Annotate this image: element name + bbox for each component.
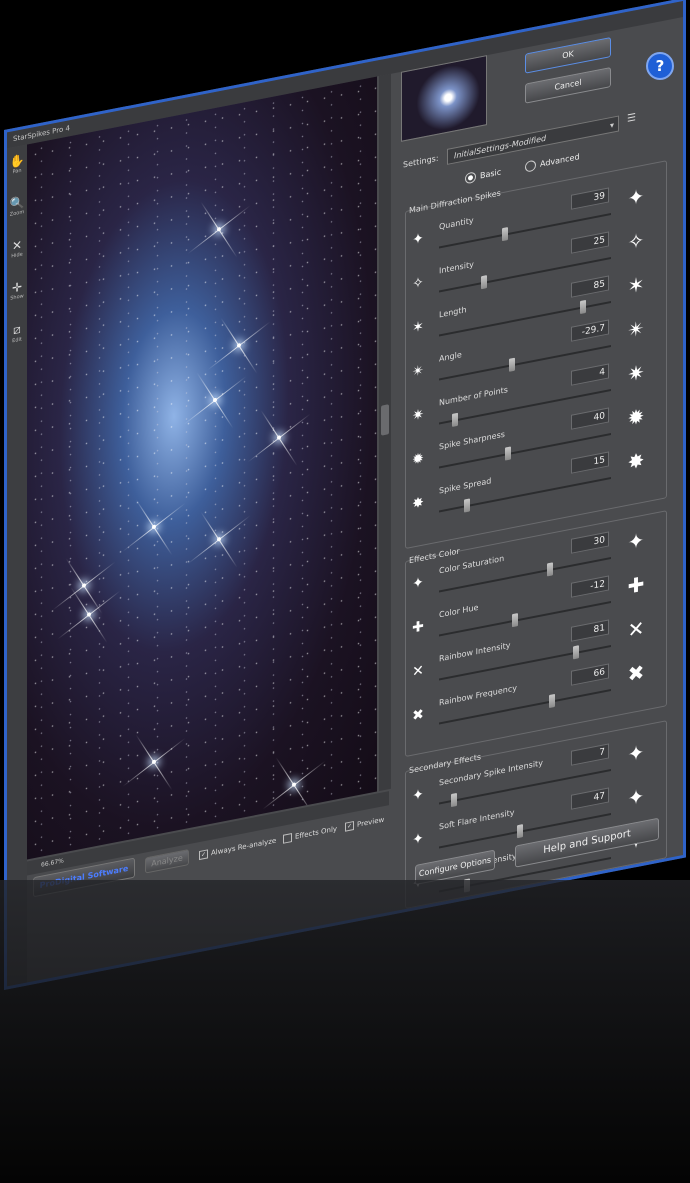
star [213,397,217,403]
slider-knob[interactable] [573,645,580,660]
checkbox-empty-icon [283,833,292,844]
check-icon: ✓ [345,820,354,832]
preview-label: Preview [357,815,385,829]
star [87,612,91,617]
spike-preview-icon: ✦ [627,527,645,555]
effects-only-label: Effects Only [295,824,338,841]
edit-icon: ⧄ [13,321,21,338]
star [82,583,86,588]
spike-small-icon: ✶ [412,318,424,337]
analyze-button[interactable]: Analyze [145,849,189,874]
spike-small-icon: ✖ [412,706,424,725]
effects-only-checkbox[interactable]: Effects Only [283,824,337,844]
slider-knob[interactable] [450,793,457,808]
basic-label: Basic [480,167,502,181]
slider-knob[interactable] [505,446,512,461]
tool-palette: ✋ Pan 🔍 Zoom ✕ Hide ✛ Show ⧄ Edit [7,144,27,987]
spike-small-icon: ✚ [412,618,424,637]
cancel-button[interactable]: Cancel [525,67,611,104]
edit-tool[interactable]: ⧄ Edit [8,321,26,358]
show-tool[interactable]: ✛ Show [8,279,26,316]
star [217,536,221,542]
slider-knob[interactable] [548,693,555,709]
slider-knob[interactable] [480,275,487,290]
slider-knob[interactable] [508,357,515,372]
spike-small-icon: ✹ [412,450,424,469]
star [152,524,156,530]
scroll-thumb[interactable] [381,404,389,436]
spike-preview-icon: ✖ [627,659,645,687]
star [217,226,221,232]
zoom-readout: 66.67% [41,857,64,869]
star [292,782,296,788]
star [152,759,156,765]
slider-label: Length [439,305,467,320]
slider-knob[interactable] [463,498,470,513]
spike-preview-icon: ✸ [627,447,645,475]
star-field [27,76,377,860]
edit-label: Edit [12,336,22,345]
window-frame: StarSpikes Pro 4 ✋ Pan 🔍 Zoom ✕ Hide ✛ Show … [4,0,686,991]
advanced-radio[interactable]: Advanced [525,151,580,173]
preview-checkbox[interactable]: ✓ Preview [345,815,384,832]
advanced-label: Advanced [540,152,580,169]
spike-small-icon: ✦ [412,230,424,249]
slider-knob[interactable] [517,824,524,839]
spike-preview-icon: ✦ [627,739,645,767]
spike-preview-icon: ✚ [627,571,645,599]
radio-empty-icon [525,159,536,173]
show-label: Show [10,293,24,302]
app-window: StarSpikes Pro 4 ✋ Pan 🔍 Zoom ✕ Hide ✛ Show … [4,0,686,1000]
slider-knob[interactable] [580,299,587,315]
spike-small-icon: ✧ [412,274,424,293]
spike-preview-icon: ✴ [627,315,645,343]
vertical-scrollbar[interactable] [379,73,391,792]
always-reanalyze-label: Always Re-analyze [211,836,277,858]
spike-small-icon: ✦ [412,786,424,805]
zoom-tool[interactable]: 🔍 Zoom [8,195,26,232]
image-preview[interactable] [27,76,377,860]
star [277,435,281,440]
pan-tool[interactable]: ✋ Pan [8,153,26,190]
spike-preview-icon: ✦ [627,183,645,211]
slider-label: Angle [439,350,462,364]
spike-preview-icon: ✹ [627,403,645,431]
check-icon: ✓ [199,849,208,861]
basic-radio[interactable]: Basic [465,166,502,185]
radio-selected-icon [465,171,476,185]
menu-icon[interactable]: ☰ [627,112,636,125]
spike-small-icon: ✷ [412,406,424,425]
slider-knob[interactable] [512,613,519,628]
hide-tool[interactable]: ✕ Hide [8,237,26,274]
spike-preview-icon: ✧ [627,227,645,255]
spike-preview-icon: ✷ [627,359,645,387]
slider-knob[interactable] [546,562,553,577]
star [237,342,241,348]
spike-small-icon: ✦ [412,574,424,593]
settings-panel: OK Cancel Settings: InitialSettings-Modi… [395,17,685,913]
spike-preview-icon: ✦ [627,783,645,811]
spike-small-icon: ✸ [412,494,424,513]
spike-small-icon: ✕ [412,662,424,681]
spike-preview-icon: ✕ [627,615,645,643]
help-icon[interactable]: ? [646,52,674,80]
spike-preview-icon: ✶ [627,271,645,299]
settings-label: Settings: [403,153,439,170]
hide-label: Hide [11,251,23,260]
slider-knob[interactable] [452,412,459,427]
window-reflection [0,880,690,1183]
spike-small-icon: ✴ [412,362,424,381]
slider-knob[interactable] [502,227,509,242]
spike-small-icon: ✦ [412,830,424,849]
